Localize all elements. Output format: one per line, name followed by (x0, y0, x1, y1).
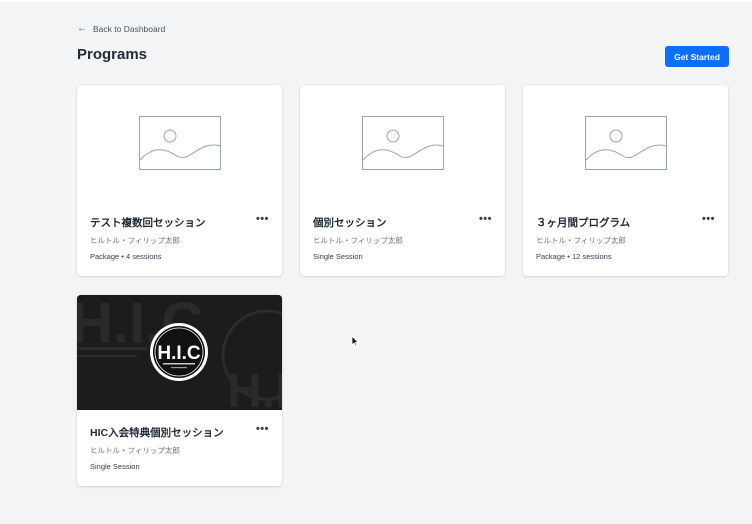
hic-logo-banner: H.I.C H.I H.I.C (77, 295, 282, 410)
image-placeholder-icon (138, 115, 221, 170)
back-label: Back to Dashboard (93, 24, 166, 34)
arrow-left-icon: ← (77, 23, 87, 34)
svg-text:H.I: H.I (227, 365, 282, 410)
card-author: ヒルトル・フィリップ太郎 (90, 236, 180, 245)
image-placeholder-icon (584, 115, 667, 170)
more-options-icon[interactable]: ••• (702, 213, 715, 225)
card-author: ヒルトル・フィリップ太郎 (90, 446, 180, 455)
card-meta: Package • 12 sessions (536, 252, 612, 261)
card-thumbnail: H.I.C H.I H.I.C (77, 295, 282, 410)
card-title: テスト複数回セッション (90, 217, 206, 229)
program-card[interactable]: H.I.C H.I H.I.C HIC入会特典個別セッション ••• ヒルトル・… (77, 295, 282, 486)
card-thumbnail (523, 85, 728, 200)
hic-logo-text: H.I.C (157, 343, 201, 364)
card-author: ヒルトル・フィリップ太郎 (313, 236, 403, 245)
card-meta: Package • 4 sessions (90, 252, 162, 261)
card-meta: Single Session (313, 252, 363, 261)
page-title: Programs (77, 46, 148, 63)
program-card[interactable]: テスト複数回セッション ••• ヒルトル・フィリップ太郎 Package • 4… (77, 85, 282, 276)
mouse-cursor-icon (351, 335, 359, 347)
get-started-button[interactable]: Get Started (665, 46, 729, 67)
image-placeholder-icon (361, 115, 444, 170)
card-meta: Single Session (90, 462, 140, 471)
card-thumbnail (77, 85, 282, 200)
more-options-icon[interactable]: ••• (256, 423, 269, 435)
card-title: HIC入会特典個別セッション (90, 427, 224, 439)
card-title: 個別セッション (313, 217, 387, 229)
more-options-icon[interactable]: ••• (479, 213, 492, 225)
top-edge (0, 0, 752, 2)
card-title: ３ヶ月間プログラム (536, 217, 631, 229)
card-author: ヒルトル・フィリップ太郎 (536, 236, 626, 245)
program-card[interactable]: ３ヶ月間プログラム ••• ヒルトル・フィリップ太郎 Package • 12 … (523, 85, 728, 276)
card-thumbnail (300, 85, 505, 200)
program-card[interactable]: 個別セッション ••• ヒルトル・フィリップ太郎 Single Session (300, 85, 505, 276)
back-to-dashboard-link[interactable]: ← Back to Dashboard (77, 23, 166, 35)
more-options-icon[interactable]: ••• (256, 213, 269, 225)
